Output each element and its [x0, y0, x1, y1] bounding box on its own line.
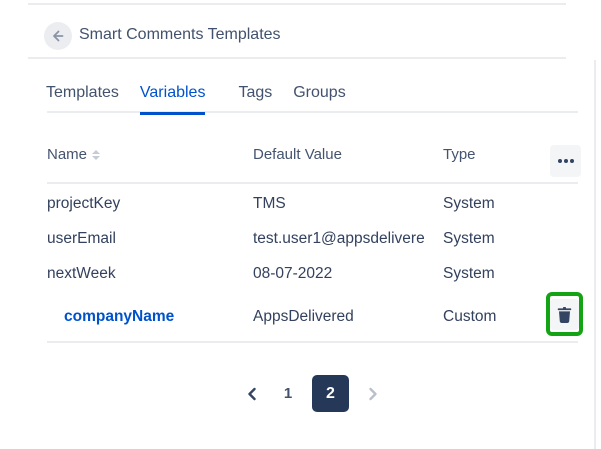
variable-name: nextWeek [47, 265, 253, 283]
variable-type: System [443, 195, 540, 213]
variable-name: projectKey [47, 195, 253, 213]
variable-name-link[interactable]: companyName [64, 308, 174, 325]
variable-default-value: 08-07-2022 [253, 265, 443, 283]
column-header-name[interactable]: Name [47, 146, 87, 163]
tab-variables[interactable]: Variables [140, 84, 206, 115]
chevron-right-icon [365, 386, 381, 402]
variable-name: userEmail [47, 230, 253, 248]
tabs-baseline [47, 111, 578, 113]
variable-default-value: AppsDelivered [253, 308, 443, 326]
variable-type: System [443, 265, 540, 283]
more-options-button[interactable] [550, 145, 581, 177]
table-header-row: Name Default Value Type [47, 146, 540, 163]
delete-variable-button[interactable] [550, 299, 579, 330]
table-row: projectKey TMS System [47, 192, 540, 216]
previous-page-button[interactable] [240, 382, 264, 406]
variable-default-value: test.user1@appsdelivere [253, 230, 443, 248]
table-row: nextWeek 08-07-2022 System [47, 262, 540, 286]
page-button-1[interactable]: 1 [276, 385, 300, 402]
header-divider [28, 57, 566, 59]
trash-icon [557, 307, 572, 323]
table-bottom-divider [47, 341, 578, 343]
variable-default-value: TMS [253, 195, 443, 213]
table-row: companyName AppsDelivered Custom [47, 299, 540, 335]
smart-comments-templates-panel: Smart Comments Templates Templates Varia… [0, 0, 601, 449]
sort-arrows-icon[interactable] [92, 150, 100, 160]
table-row: userEmail test.user1@appsdelivere System [47, 227, 540, 251]
column-header-type: Type [443, 146, 540, 163]
back-button[interactable] [44, 22, 72, 50]
variable-type: System [443, 230, 540, 248]
column-header-default-value: Default Value [253, 146, 443, 163]
panel-right-edge [594, 60, 596, 449]
ellipsis-icon [558, 159, 574, 163]
top-border [28, 3, 566, 5]
arrow-left-icon [49, 27, 67, 45]
chevron-left-icon [244, 386, 260, 402]
table-header-divider [47, 182, 578, 184]
variable-type: Custom [443, 308, 540, 326]
next-page-button[interactable] [361, 382, 385, 406]
page-button-2-current[interactable]: 2 [312, 375, 349, 412]
pagination: 1 2 [240, 375, 385, 412]
page-title: Smart Comments Templates [79, 26, 281, 44]
